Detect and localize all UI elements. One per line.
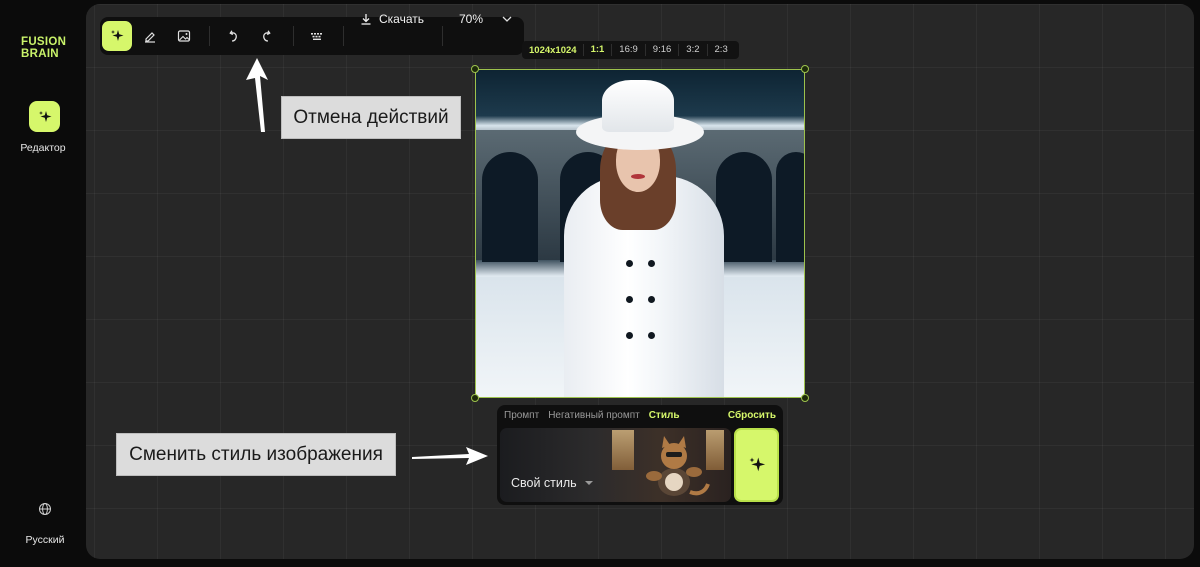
resize-handle[interactable] [471,65,479,73]
ratio-option-16-9[interactable]: 16:9 [611,44,645,56]
resize-handle[interactable] [801,65,809,73]
globe-icon[interactable] [38,502,52,516]
resize-handle[interactable] [801,394,809,402]
sparkle-icon [38,110,51,122]
image-icon [177,30,191,42]
undo-callout: Отмена действий [281,96,461,139]
image-content [476,70,804,397]
sidebar-item-editor-label: Редактор [20,142,66,154]
sparkle-icon [749,457,765,472]
ratio-option-1-1[interactable]: 1:1 [582,44,612,56]
logo-line1: FUSION [21,36,67,48]
eraser-icon [145,32,155,43]
toolbar-divider [442,26,443,46]
aspect-ratio-bar: 1024x1024 1:1 16:9 9:16 3:2 2:3 [522,41,739,59]
toolbar-divider [343,26,344,46]
keyboard-icon [311,33,322,40]
logo-line2: BRAIN [21,48,59,60]
reset-button[interactable]: Сбросить [728,410,776,421]
prompt-panel: Промпт Негативный промпт Стиль Сбросить … [497,405,783,505]
eraser-tool-button[interactable] [135,21,165,51]
app-root: FUSION BRAIN Редактор Русский Скачать 70… [0,0,1200,567]
generate-tool-button[interactable] [102,21,132,51]
redo-button[interactable] [252,21,282,51]
download-label: Скачать [379,12,424,26]
style-name: Свой стиль [511,476,577,490]
ratio-option-3-2[interactable]: 3:2 [678,44,706,56]
ratio-option-9-16[interactable]: 9:16 [644,44,679,56]
up-arrow-annotation [246,58,268,132]
toolbar-divider [293,26,294,46]
zoom-dropdown[interactable] [500,4,514,34]
sidebar: FUSION BRAIN Редактор Русский [0,0,86,567]
style-dropdown[interactable]: Свой стиль [511,476,593,490]
chevron-down-icon [584,481,593,485]
tab-prompt[interactable]: Промпт [504,410,539,421]
resize-handle[interactable] [471,394,479,402]
undo-button[interactable] [218,21,248,51]
keyboard-shortcuts-button[interactable] [302,21,332,51]
style-selector[interactable]: Свой стиль [500,428,731,502]
generate-button[interactable] [734,428,779,502]
tab-style[interactable]: Стиль [649,410,680,421]
image-size-label: 1024x1024 [529,44,577,56]
ratio-option-2-3[interactable]: 2:3 [706,44,735,56]
download-icon [361,14,371,25]
toolbar-divider [209,26,210,46]
generated-image[interactable] [475,69,805,398]
sparkle-icon [111,30,124,41]
logo[interactable]: FUSION BRAIN [21,36,66,60]
style-preview-image [646,436,710,496]
sidebar-item-editor[interactable] [29,101,60,132]
redo-icon [263,30,271,42]
right-arrow-annotation [412,447,488,465]
zoom-level[interactable]: 70% [459,4,483,34]
language-selector[interactable]: Русский [0,534,90,546]
style-callout: Сменить стиль изображения [116,433,396,476]
panel-tabs: Промпт Негативный промпт Стиль [504,410,679,421]
download-button[interactable]: Скачать [360,4,424,34]
image-tool-button[interactable] [169,21,199,51]
tab-negative-prompt[interactable]: Негативный промпт [548,410,640,421]
chevron-down-icon [502,16,512,22]
undo-icon [229,30,237,42]
